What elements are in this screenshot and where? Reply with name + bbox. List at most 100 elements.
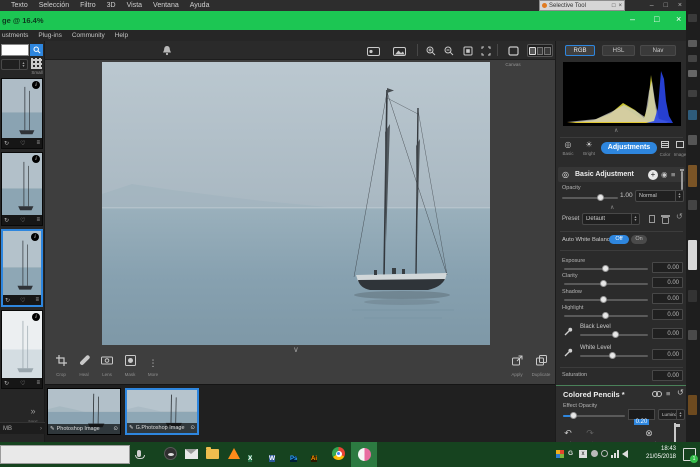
- info-icon[interactable]: i: [32, 313, 40, 321]
- sort-dropdown[interactable]: ▲▼: [1, 59, 28, 70]
- menu-vista[interactable]: Vista: [127, 2, 142, 9]
- like-icon[interactable]: ♡: [20, 140, 25, 147]
- maximize-icon[interactable]: □: [654, 14, 659, 24]
- blend-mode-dropdown[interactable]: Normal ▲▼: [635, 190, 684, 202]
- tab-adjustments[interactable]: Adjustments: [601, 142, 657, 154]
- effect-blend-dropdown[interactable]: Luminosity ▲▼: [658, 409, 685, 420]
- menu-plugins[interactable]: Plug-ins: [38, 32, 61, 39]
- saturation-value[interactable]: 0.00: [652, 370, 683, 381]
- tab-nav[interactable]: Nav: [640, 45, 676, 56]
- maximize-icon[interactable]: □: [612, 3, 616, 9]
- awb-on-toggle[interactable]: On: [631, 235, 647, 244]
- close-icon[interactable]: ×: [678, 2, 682, 9]
- menu-adjustments[interactable]: ustments: [2, 32, 28, 39]
- visibility-eye-icon[interactable]: ◉: [661, 170, 668, 179]
- taskbar-app-active[interactable]: [351, 442, 377, 467]
- filmstrip-item[interactable]: ✎ Photoshop Image ⊙: [47, 388, 121, 435]
- white-level-value[interactable]: 0.00: [652, 349, 683, 360]
- search-input[interactable]: [1, 44, 29, 56]
- options-menu-icon[interactable]: ≡: [671, 170, 675, 179]
- menu-icon[interactable]: ≡: [36, 217, 40, 223]
- tab-rgb[interactable]: RGB: [565, 45, 595, 56]
- menu-texto[interactable]: Texto: [11, 2, 28, 9]
- menu-ayuda[interactable]: Ayuda: [190, 2, 210, 9]
- crop-tool[interactable]: Crop: [52, 353, 70, 377]
- close-icon[interactable]: ×: [618, 3, 622, 9]
- sync-icon[interactable]: ↻: [4, 140, 9, 147]
- taskbar-clock[interactable]: 18:43 21/05/2018: [630, 446, 676, 461]
- taskbar-app-vlc[interactable]: [227, 447, 241, 461]
- close-icon[interactable]: ×: [676, 14, 681, 24]
- target-icon[interactable]: ⊙: [190, 425, 195, 431]
- white-level-knob[interactable]: [609, 352, 616, 359]
- effect-opacity-value[interactable]: 0.20: [628, 409, 655, 420]
- target-icon[interactable]: ⊙: [113, 426, 118, 432]
- new-preset-icon[interactable]: [649, 215, 655, 223]
- maximize-icon[interactable]: □: [664, 2, 668, 9]
- black-level-value[interactable]: 0.00: [652, 328, 683, 339]
- grid-view-icon[interactable]: [31, 58, 42, 69]
- lens-tool[interactable]: Lens: [98, 353, 116, 377]
- taskbar-app-chrome[interactable]: [332, 447, 346, 461]
- menu-3d[interactable]: 3D: [107, 2, 116, 9]
- next-button[interactable]: » Next: [24, 401, 42, 424]
- expand-icon[interactable]: ›: [40, 426, 42, 432]
- minimize-icon[interactable]: –: [650, 2, 654, 9]
- view-split-icon[interactable]: [537, 47, 544, 55]
- histogram-collapse-icon[interactable]: ∧: [614, 127, 618, 134]
- tray-g-icon[interactable]: G: [568, 450, 573, 457]
- apply-button[interactable]: Apply: [507, 353, 527, 377]
- highlight-value[interactable]: 0.00: [652, 309, 683, 320]
- tray-dot-icon[interactable]: [591, 450, 598, 457]
- taskbar-app-eye[interactable]: [164, 447, 178, 461]
- notification-center-icon[interactable]: 1: [683, 448, 696, 461]
- awb-off-toggle[interactable]: Off: [609, 235, 629, 244]
- duplicate-button[interactable]: Duplicate: [529, 353, 553, 377]
- shadow-knob[interactable]: [600, 296, 607, 303]
- trash-icon[interactable]: [681, 171, 683, 190]
- photo-thumbnail-selected[interactable]: i ↻ ♡ ≡: [1, 229, 43, 307]
- search-button[interactable]: [30, 44, 43, 56]
- menu-icon[interactable]: ≡: [35, 297, 39, 303]
- view-compare-icon[interactable]: [544, 47, 551, 55]
- more-tools[interactable]: ⋮ More: [144, 353, 162, 377]
- tray-colored-icon[interactable]: [556, 450, 564, 458]
- filmstrip-item-selected[interactable]: ✎ G.Photoshop Image ⊙: [125, 388, 199, 435]
- taskbar-app-excel[interactable]: X: [248, 447, 262, 461]
- opacity-slider-knob[interactable]: [597, 194, 604, 201]
- photo-thumbnail[interactable]: i ↻ ♡ ≡: [1, 152, 43, 226]
- filmstrip-collapse-icon[interactable]: ∨: [293, 345, 299, 354]
- clarity-value[interactable]: 0.00: [652, 277, 683, 288]
- highlight-knob[interactable]: [602, 312, 609, 319]
- exposure-value[interactable]: 0.00: [652, 262, 683, 273]
- exposure-knob[interactable]: [602, 265, 609, 272]
- collapse-icon[interactable]: ∧: [610, 204, 614, 211]
- view-single-icon[interactable]: [529, 47, 536, 55]
- tab-hsl[interactable]: HSL: [602, 45, 635, 56]
- canvas-button[interactable]: Canvas: [502, 43, 524, 67]
- taskbar-app-word[interactable]: W: [269, 447, 283, 461]
- opacity-slider[interactable]: [562, 197, 618, 199]
- mask-tool[interactable]: Mask: [121, 353, 139, 377]
- menu-ventana[interactable]: Ventana: [153, 2, 179, 9]
- black-level-knob[interactable]: [612, 331, 619, 338]
- delete-preset-icon[interactable]: [662, 217, 669, 224]
- volume-icon[interactable]: [622, 450, 628, 458]
- info-icon[interactable]: i: [31, 233, 39, 241]
- notification-bell-icon[interactable]: [162, 45, 172, 56]
- taskbar-search-box[interactable]: [0, 445, 130, 464]
- menu-icon[interactable]: ≡: [36, 380, 40, 386]
- taskbar-app-illustrator[interactable]: Ai: [311, 447, 325, 461]
- info-icon[interactable]: i: [32, 81, 40, 89]
- white-level-eyedropper-icon[interactable]: [564, 348, 573, 357]
- like-icon[interactable]: ♡: [20, 297, 25, 304]
- photo-thumbnail[interactable]: i ↻ ♡ ≡: [1, 78, 43, 149]
- microphone-icon[interactable]: [137, 450, 141, 457]
- taskbar-app-mail[interactable]: [185, 447, 199, 461]
- effect-opacity-knob[interactable]: [570, 412, 577, 419]
- photo-thumbnail-light[interactable]: i ↻ ♡ ≡: [1, 310, 43, 389]
- menu-filtro[interactable]: Filtro: [80, 2, 96, 9]
- tool-color[interactable]: Color: [658, 141, 672, 159]
- taskbar-app-photoshop[interactable]: Ps: [290, 447, 304, 461]
- heal-tool[interactable]: Heal: [75, 353, 93, 377]
